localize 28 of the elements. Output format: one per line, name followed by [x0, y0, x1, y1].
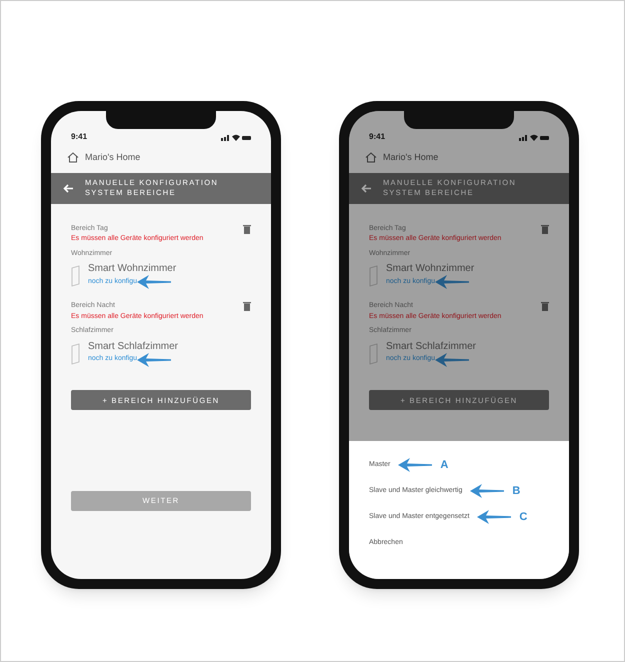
back-arrow-icon[interactable] — [63, 184, 73, 192]
pointer-arrow-icon — [477, 510, 512, 524]
door-icon — [71, 265, 80, 287]
device-name: Smart Schlafzimmer — [88, 340, 178, 352]
status-icons — [221, 134, 251, 140]
trash-icon[interactable] — [243, 224, 251, 234]
door-icon — [369, 342, 378, 364]
home-title: Mario's Home — [85, 151, 140, 164]
device-name: Smart Schlafzimmer — [386, 340, 476, 352]
trash-icon[interactable] — [541, 224, 549, 234]
pointer-arrow-icon — [398, 458, 432, 472]
trash-icon[interactable] — [541, 301, 549, 312]
home-icon[interactable] — [365, 152, 377, 164]
annotation-letter: A — [440, 458, 448, 473]
status-time: 9:41 — [71, 131, 88, 143]
device-name: Smart Wohnzimmer — [386, 263, 474, 275]
home-icon[interactable] — [67, 152, 79, 164]
home-title: Mario's Home — [383, 151, 438, 164]
device-name: Smart Wohnzimmer — [88, 263, 176, 275]
annotation-letter: C — [519, 510, 528, 525]
pointer-arrow-icon — [470, 484, 504, 498]
door-icon — [369, 265, 378, 287]
annotation-letter: B — [512, 484, 520, 499]
door-icon — [71, 342, 80, 364]
status-icons — [519, 134, 549, 140]
status-time: 9:41 — [369, 131, 386, 143]
back-arrow-icon[interactable] — [361, 184, 371, 192]
trash-icon[interactable] — [243, 301, 251, 312]
